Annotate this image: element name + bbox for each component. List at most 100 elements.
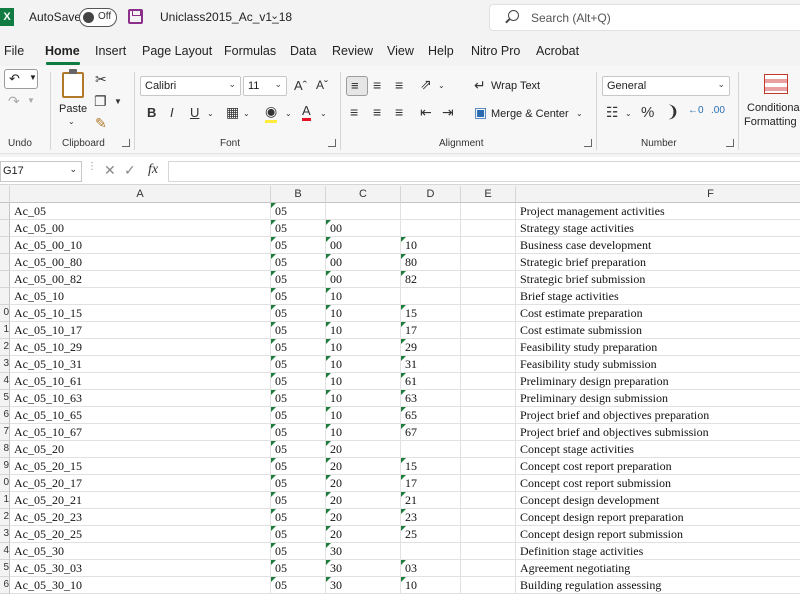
decrease-font-icon[interactable]: Aˇ <box>316 78 328 92</box>
cell-c[interactable]: 20 <box>326 526 401 543</box>
chevron-down-icon[interactable]: ⌄ <box>576 109 583 118</box>
cell-d[interactable] <box>401 543 461 560</box>
cell-a[interactable]: Ac_05_10 <box>10 288 271 305</box>
cell-d[interactable]: 80 <box>401 254 461 271</box>
cell-b[interactable]: 05 <box>271 509 326 526</box>
tab-insert[interactable]: Insert <box>95 44 126 58</box>
cell-e[interactable] <box>461 492 516 509</box>
cell-e[interactable] <box>461 305 516 322</box>
cell-b[interactable]: 05 <box>271 526 326 543</box>
cell-b[interactable]: 05 <box>271 271 326 288</box>
bottom-align-icon[interactable]: ≡ <box>395 77 403 93</box>
align-right-icon[interactable]: ≡ <box>395 104 403 120</box>
tab-file[interactable]: File <box>4 44 24 58</box>
accounting-format-icon[interactable]: ☷ <box>606 104 619 121</box>
tab-help[interactable]: Help <box>428 44 454 58</box>
cell-a[interactable]: Ac_05 <box>10 203 271 220</box>
cell-a[interactable]: Ac_05_30_03 <box>10 560 271 577</box>
cell-c[interactable]: 10 <box>326 390 401 407</box>
conditional-formatting-label-2[interactable]: Formatting <box>744 116 797 128</box>
redo-icon[interactable]: ↷ <box>8 93 20 110</box>
save-icon[interactable] <box>128 9 143 24</box>
cell-c[interactable]: 20 <box>326 492 401 509</box>
copy-icon[interactable]: ❐ <box>94 93 107 110</box>
row-header[interactable]: 0 <box>0 475 10 492</box>
cell-e[interactable] <box>461 203 516 220</box>
row-header[interactable]: 0 <box>0 305 10 322</box>
chevron-down-icon[interactable]: ▼ <box>114 97 122 106</box>
chevron-down-icon[interactable]: ⌄ <box>243 109 250 118</box>
cell-b[interactable]: 05 <box>271 237 326 254</box>
cell-a[interactable]: Ac_05_20 <box>10 441 271 458</box>
row-header[interactable] <box>0 237 10 254</box>
cell-f[interactable]: Strategic brief submission <box>516 271 800 288</box>
cell-e[interactable] <box>461 526 516 543</box>
cell-b[interactable]: 05 <box>271 577 326 594</box>
cell-b[interactable]: 05 <box>271 475 326 492</box>
column-header-c[interactable]: C <box>326 186 401 203</box>
cancel-icon[interactable]: ✕ <box>104 162 116 179</box>
cell-c[interactable]: 10 <box>326 322 401 339</box>
cell-a[interactable]: Ac_05_00_80 <box>10 254 271 271</box>
cell-e[interactable] <box>461 458 516 475</box>
italic-icon[interactable]: I <box>170 105 174 120</box>
underline-icon[interactable]: U <box>190 105 199 120</box>
cell-f[interactable]: Preliminary design submission <box>516 390 800 407</box>
cell-d[interactable]: 67 <box>401 424 461 441</box>
insert-function-button[interactable]: fx <box>148 162 158 178</box>
cell-e[interactable] <box>461 339 516 356</box>
column-header-a[interactable]: A <box>10 186 271 203</box>
cell-c[interactable]: 20 <box>326 475 401 492</box>
comma-style-icon[interactable]: ❩ <box>666 102 679 122</box>
cell-d[interactable]: 31 <box>401 356 461 373</box>
spreadsheet-grid[interactable]: A B C D E F Ac_05 05 Project management ac… <box>0 186 800 600</box>
cell-d[interactable]: 15 <box>401 305 461 322</box>
cell-c[interactable]: 30 <box>326 543 401 560</box>
cell-f[interactable]: Cost estimate submission <box>516 322 800 339</box>
cell-a[interactable]: Ac_05_30 <box>10 543 271 560</box>
decrease-indent-icon[interactable]: ⇤ <box>420 104 432 121</box>
cell-c[interactable]: 10 <box>326 373 401 390</box>
cell-b[interactable]: 05 <box>271 492 326 509</box>
cell-f[interactable]: Brief stage activities <box>516 288 800 305</box>
tab-acrobat[interactable]: Acrobat <box>536 44 579 58</box>
cell-a[interactable]: Ac_05_10_63 <box>10 390 271 407</box>
cell-e[interactable] <box>461 220 516 237</box>
cell-d[interactable]: 10 <box>401 237 461 254</box>
cell-a[interactable]: Ac_05_10_61 <box>10 373 271 390</box>
row-header[interactable]: 1 <box>0 492 10 509</box>
cell-f[interactable]: Definition stage activities <box>516 543 800 560</box>
row-header[interactable] <box>0 220 10 237</box>
cell-e[interactable] <box>461 475 516 492</box>
cell-c[interactable]: 00 <box>326 220 401 237</box>
autosave-toggle[interactable]: Off <box>79 8 117 27</box>
cell-a[interactable]: Ac_05_20_25 <box>10 526 271 543</box>
decrease-decimal-icon[interactable]: .00 <box>711 105 725 116</box>
cell-f[interactable]: Cost estimate preparation <box>516 305 800 322</box>
formula-input[interactable] <box>168 161 800 182</box>
row-header[interactable]: 5 <box>0 560 10 577</box>
cell-f[interactable]: Building regulation assessing <box>516 577 800 594</box>
undo-button[interactable]: ↶ ▼ <box>4 69 38 89</box>
cell-b[interactable]: 05 <box>271 339 326 356</box>
cell-f[interactable]: Concept design report preparation <box>516 509 800 526</box>
tab-home[interactable]: Home <box>45 44 80 58</box>
cell-f[interactable]: Concept stage activities <box>516 441 800 458</box>
cell-b[interactable]: 05 <box>271 356 326 373</box>
borders-icon[interactable]: ▦ <box>226 104 239 121</box>
middle-align-icon[interactable]: ≡ <box>373 77 381 93</box>
cell-b[interactable]: 05 <box>271 543 326 560</box>
select-all-corner[interactable] <box>0 186 10 203</box>
align-left-icon[interactable]: ≡ <box>350 104 358 120</box>
cell-a[interactable]: Ac_05_10_15 <box>10 305 271 322</box>
cell-f[interactable]: Strategic brief preparation <box>516 254 800 271</box>
font-launcher-icon[interactable] <box>328 139 336 147</box>
column-header-d[interactable]: D <box>401 186 461 203</box>
cell-e[interactable] <box>461 543 516 560</box>
cell-c[interactable]: 00 <box>326 271 401 288</box>
chevron-down-icon[interactable]: ⌄ <box>438 81 445 90</box>
merge-center-button[interactable]: Merge & Center <box>491 108 569 120</box>
cell-a[interactable]: Ac_05_00 <box>10 220 271 237</box>
bold-icon[interactable]: B <box>147 105 156 120</box>
cell-d[interactable]: 21 <box>401 492 461 509</box>
